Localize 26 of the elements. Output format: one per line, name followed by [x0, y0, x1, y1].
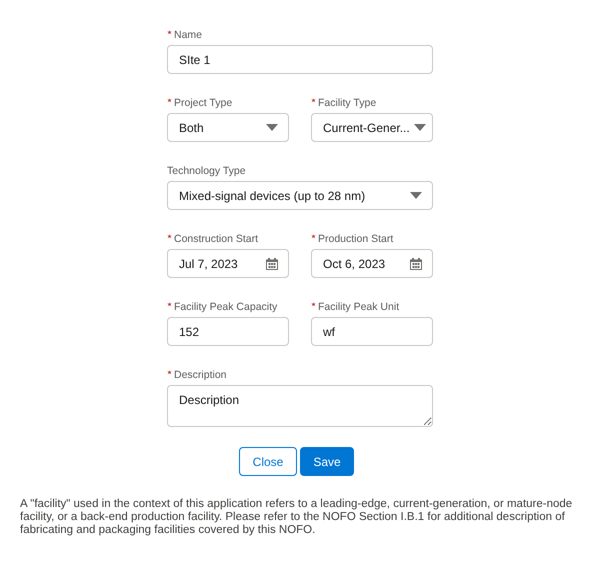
- button[interactable]: Close: [239, 447, 297, 476]
- field-label: Facility Peak Unit: [318, 301, 400, 314]
- field-label: Facility Type: [318, 97, 376, 110]
- field-label: Project Type: [174, 97, 232, 110]
- date-field[interactable]: Jul 7, 2023: [167, 249, 289, 278]
- field-label: Facility Peak Capacity: [174, 301, 278, 314]
- field-label: Production Start: [318, 233, 394, 246]
- button[interactable]: Save: [300, 447, 354, 476]
- footnote-text: A "facility" used in the context of this application refers to a leading-edge, current-generation, or mature-node facility, or a back-end production facility. Please refer to the NOFO Section I.B.1 for additional description of fabricating and packaging facilities covered by this NOFO.: [20, 498, 574, 537]
- dropdown-arrow-icon: [410, 192, 422, 199]
- text-field[interactable]: SIte 1: [167, 45, 433, 74]
- text-field[interactable]: 152: [167, 317, 289, 346]
- dropdown-arrow-icon: [414, 124, 426, 131]
- dropdown[interactable]: Current-Gener...: [311, 113, 433, 142]
- description-field[interactable]: Description: [167, 385, 433, 427]
- field-label: Technology Type: [167, 165, 246, 178]
- field-label: Construction Start: [174, 233, 258, 246]
- dropdown[interactable]: Mixed-signal devices (up to 28 nm): [167, 181, 433, 210]
- field-label: Description: [174, 369, 227, 382]
- text-field[interactable]: wf: [311, 317, 433, 346]
- date-field[interactable]: Oct 6, 2023: [311, 249, 433, 278]
- dropdown-arrow-icon: [266, 124, 278, 131]
- dropdown[interactable]: Both: [167, 113, 289, 142]
- field-label: Name: [174, 29, 202, 42]
- calendar-icon: [266, 258, 278, 270]
- calendar-icon: [410, 258, 422, 270]
